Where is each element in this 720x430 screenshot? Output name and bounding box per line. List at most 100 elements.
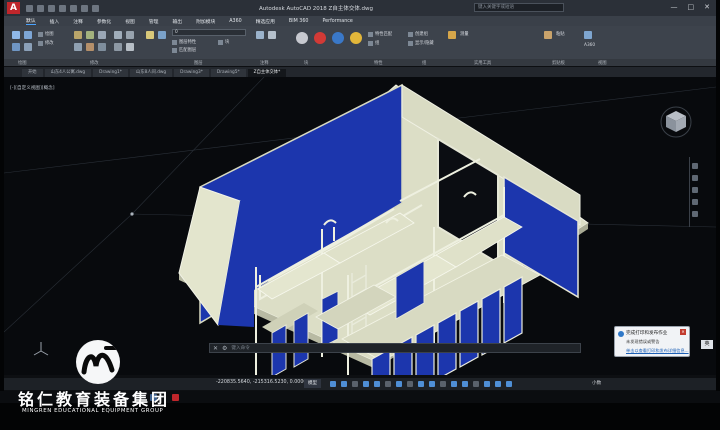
command-input[interactable]: 键入命令 (231, 345, 249, 351)
group-label-utilities[interactable]: 实用工具 (474, 60, 491, 66)
match-properties-icon[interactable] (314, 32, 326, 44)
erase-icon[interactable] (126, 43, 134, 51)
drawing-canvas[interactable]: [-][自定义视图][概念] ✕ ⚙ 键入命令 (4, 77, 716, 375)
3d-osnap-icon[interactable] (429, 381, 435, 387)
group-label-clipboard[interactable]: 剪贴板 (552, 60, 565, 66)
trim-icon[interactable] (98, 31, 106, 39)
dimension-icon[interactable] (268, 31, 276, 39)
tab-addins[interactable]: 附加模块 (196, 18, 215, 25)
show-hide-row[interactable]: 显示/隐藏 (408, 40, 434, 46)
group-label-draw[interactable]: 绘图 (18, 60, 27, 66)
search-input[interactable]: 键入关键字或短语 (474, 3, 564, 12)
dynamic-ucs-icon[interactable] (440, 381, 446, 387)
tab-manage[interactable]: 管理 (149, 18, 159, 25)
move-icon[interactable] (74, 31, 82, 39)
group-label-properties[interactable]: 特性 (374, 60, 383, 66)
save-icon[interactable] (48, 4, 55, 12)
tab-bim360[interactable]: BIM 360 (289, 19, 309, 24)
command-line[interactable]: ✕ ⚙ 键入命令 (209, 343, 581, 353)
steering-wheel-icon[interactable] (692, 163, 698, 169)
layer-state-icon[interactable] (158, 31, 166, 39)
snap-icon[interactable] (341, 381, 347, 387)
group-label-view[interactable]: 视图 (598, 60, 607, 66)
workspace-icon[interactable] (462, 381, 468, 387)
ortho-icon[interactable] (352, 381, 358, 387)
group-label-annotation[interactable]: 注释 (260, 60, 269, 66)
text-icon[interactable] (256, 31, 264, 39)
notification-close-button[interactable]: ✕ (680, 329, 686, 335)
tab-performance[interactable]: Performance (322, 19, 352, 24)
grid-icon[interactable] (330, 381, 336, 387)
a360-row[interactable]: A360 (584, 42, 595, 48)
undo-icon[interactable] (81, 4, 88, 12)
selection-cycling-icon[interactable] (418, 381, 424, 387)
stretch-icon[interactable] (114, 31, 122, 39)
tab-default[interactable]: 默认 (26, 17, 36, 25)
doc-tab[interactable]: Drawing5* (210, 69, 246, 77)
lineweight-toggle-icon[interactable] (396, 381, 402, 387)
minimize-button[interactable]: — (671, 3, 678, 11)
copy-icon[interactable] (74, 43, 82, 51)
print-icon[interactable] (70, 4, 77, 12)
tab-a360[interactable]: A360 (229, 19, 241, 24)
group-label-block[interactable]: 块 (304, 60, 308, 66)
model-space-button[interactable]: 模型 (304, 379, 321, 388)
layer-row-2[interactable]: 匹配图层 (172, 47, 196, 53)
draw-row[interactable]: 绘图 (38, 31, 54, 37)
measure-row[interactable]: 测量 (460, 31, 469, 37)
polar-icon[interactable] (363, 381, 369, 387)
viewcube-icon[interactable] (659, 105, 693, 139)
tab-insert[interactable]: 插入 (50, 18, 60, 25)
doc-tab-active[interactable]: Z自主体交体* (247, 69, 287, 77)
transparency-icon[interactable] (407, 381, 413, 387)
tab-parametric[interactable]: 参数化 (97, 18, 111, 25)
color-icon[interactable] (332, 32, 344, 44)
tab-view[interactable]: 视图 (125, 18, 135, 25)
new-icon[interactable] (26, 4, 33, 12)
fillet-icon[interactable] (98, 43, 106, 51)
scale-icon[interactable] (114, 43, 122, 51)
polyline-icon[interactable] (24, 31, 32, 39)
properties-row-2[interactable]: 组 (368, 40, 379, 46)
otrack-icon[interactable] (385, 381, 391, 387)
units-readout[interactable]: 小数 (592, 380, 601, 386)
isolate-icon[interactable] (473, 381, 479, 387)
clean-screen-icon[interactable] (495, 381, 501, 387)
redo-icon[interactable] (92, 4, 99, 12)
hardware-accel-icon[interactable] (484, 381, 490, 387)
layer-row-1[interactable]: 图层特性 (172, 39, 196, 45)
orbit-icon[interactable] (692, 199, 698, 205)
group-row[interactable]: 创建组 (408, 31, 428, 37)
doc-tab[interactable]: 山东8人间.dwg (129, 69, 173, 77)
group-label-modify[interactable]: 修改 (90, 60, 99, 66)
coordinates-readout[interactable]: -220835.5640, -215316.5230, 0.0000 (216, 380, 306, 385)
rotate-icon[interactable] (86, 31, 94, 39)
maximize-button[interactable]: □ (688, 3, 695, 11)
tab-output[interactable]: 输出 (172, 18, 182, 25)
doc-tab[interactable]: Drawing1* (93, 69, 128, 77)
line-icon[interactable] (12, 31, 20, 39)
save-as-icon[interactable] (59, 4, 66, 12)
tab-featured-apps[interactable]: 精选应用 (256, 18, 275, 25)
osnap-icon[interactable] (374, 381, 380, 387)
paste-row[interactable]: 粘贴 (556, 31, 565, 37)
showmotion-icon[interactable] (692, 211, 698, 217)
wrench-icon[interactable]: ⚙ (222, 345, 227, 352)
zoom-icon[interactable] (692, 187, 698, 193)
group-label-groups[interactable]: 组 (422, 60, 426, 66)
modify-row[interactable]: 修改 (38, 40, 54, 46)
block-row[interactable]: 块 (218, 39, 229, 45)
doc-tab[interactable]: Drawing3* (174, 69, 209, 77)
tab-annotate[interactable]: 注释 (73, 18, 83, 25)
close-button[interactable]: ✕ (704, 3, 710, 11)
layer-dropdown[interactable]: 0 (172, 29, 246, 36)
input-method-indicator[interactable]: 英 (701, 340, 713, 349)
notification-details-link[interactable]: 单击以查看打印和发布详细信息... (626, 348, 689, 354)
doc-tab[interactable]: 山东4人公寓.dwg (44, 69, 92, 77)
open-icon[interactable] (37, 4, 44, 12)
base-view-icon[interactable] (584, 31, 592, 39)
doc-tab-start[interactable]: 开始 (22, 69, 43, 77)
layer-properties-icon[interactable] (146, 31, 154, 39)
circle-icon[interactable] (12, 43, 20, 51)
paste-icon[interactable] (544, 31, 552, 39)
